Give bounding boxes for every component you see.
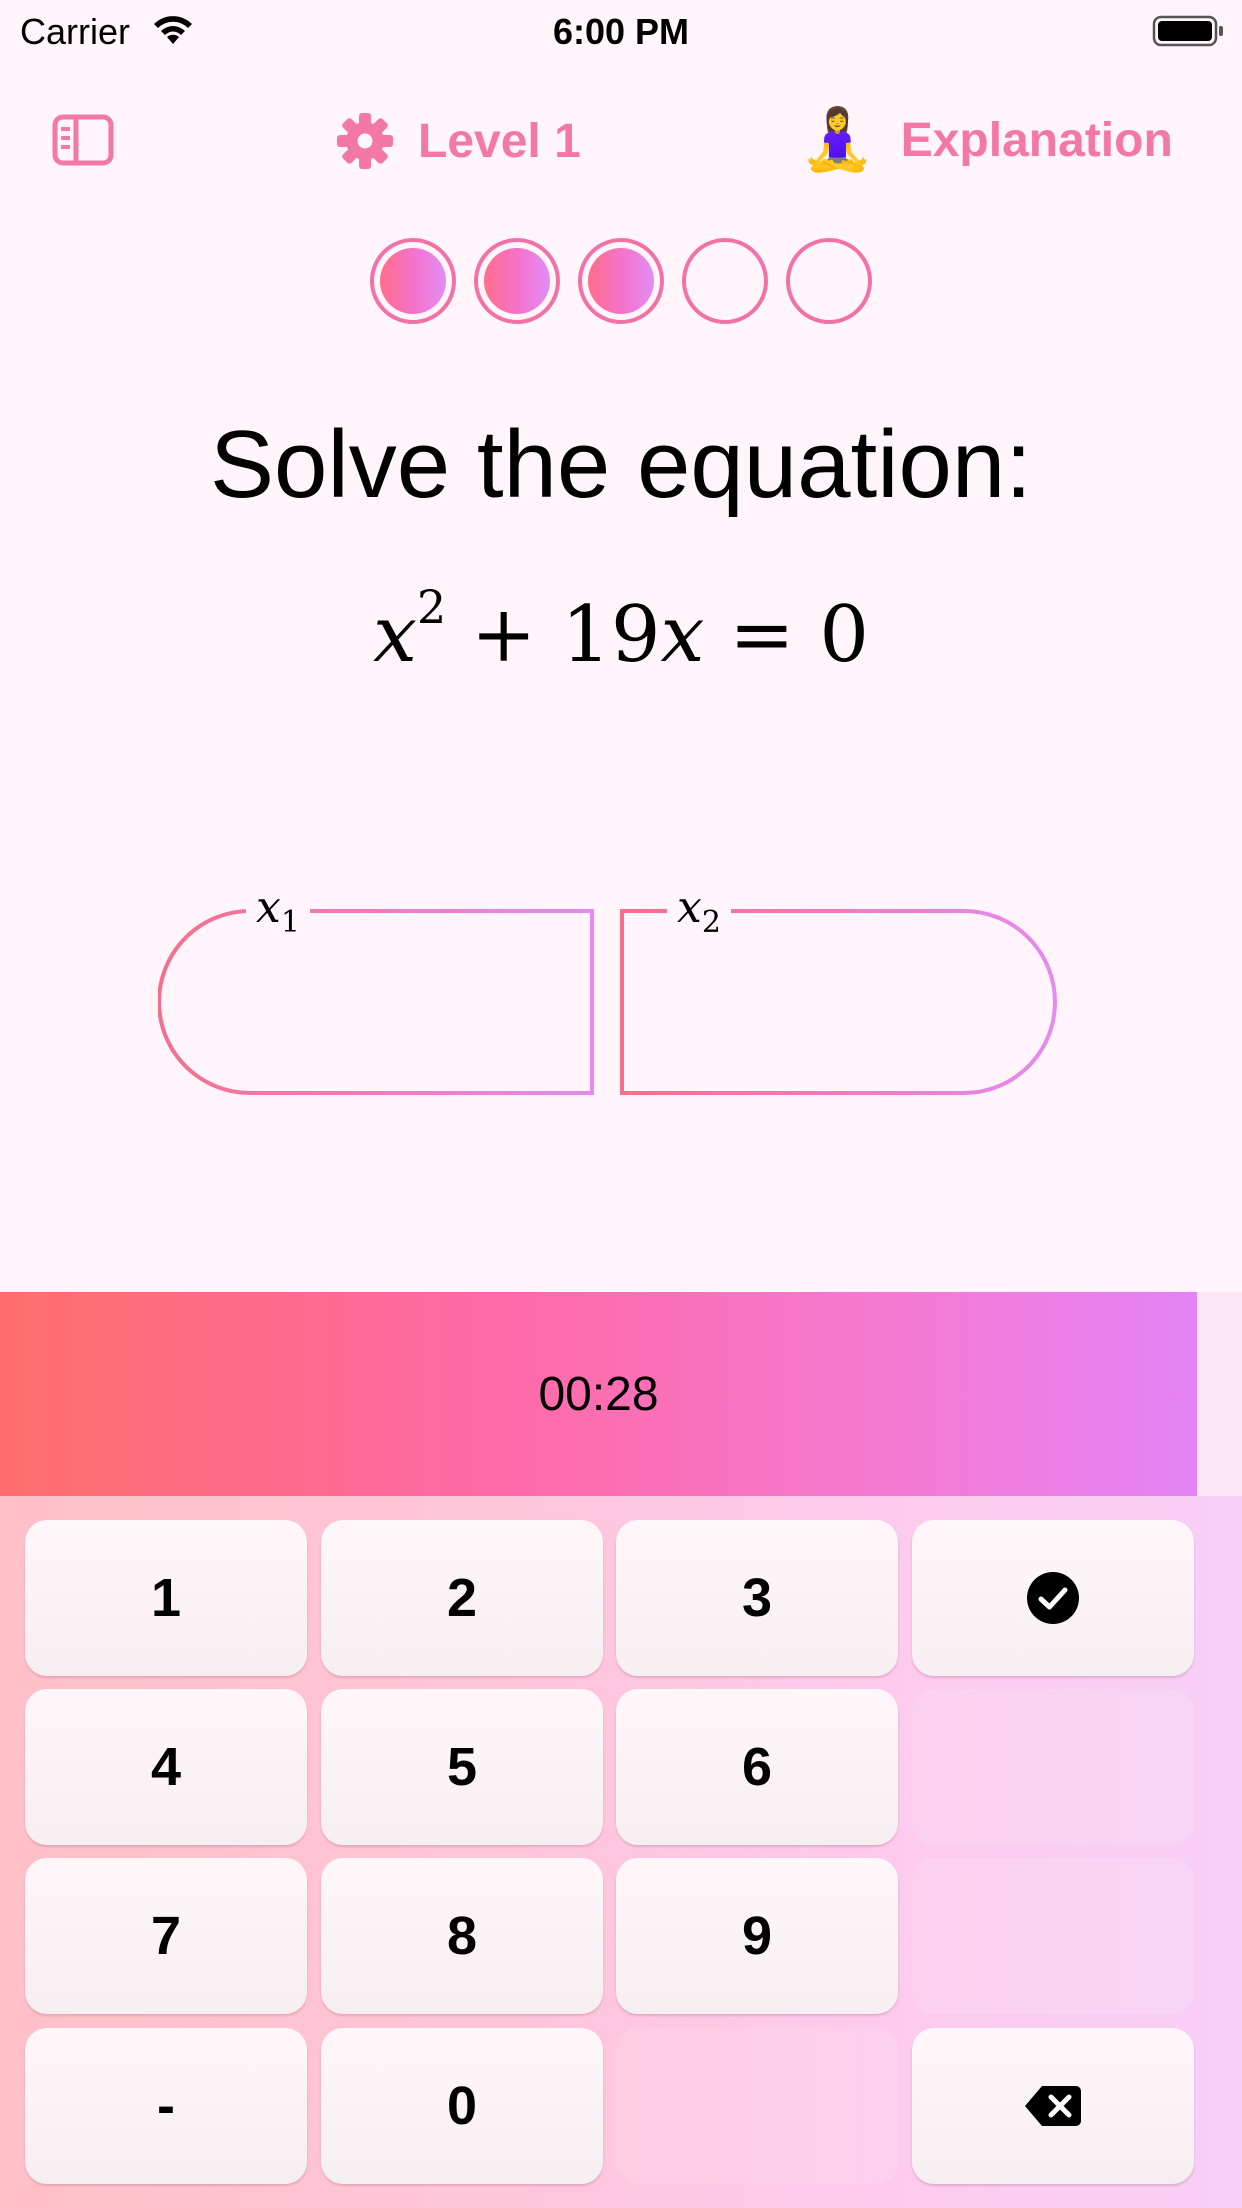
level-button[interactable]: Level 1 bbox=[336, 108, 581, 174]
progress-dot-2 bbox=[474, 238, 560, 324]
explanation-label: Explanation bbox=[900, 113, 1173, 167]
x1-label: x1 bbox=[246, 880, 310, 951]
status-time: 6:00 PM bbox=[552, 11, 690, 52]
key-2[interactable]: 2 bbox=[321, 1520, 603, 1676]
x2-label: x2 bbox=[667, 880, 731, 951]
key-minus[interactable]: - bbox=[25, 2028, 307, 2184]
equation: x2 + 19x = 0 bbox=[0, 584, 1242, 685]
progress-dot-4 bbox=[682, 238, 768, 324]
checkmark-circle-icon bbox=[1027, 1572, 1079, 1624]
key-8[interactable]: 8 bbox=[321, 1858, 603, 2014]
key-empty-1 bbox=[912, 1689, 1194, 1845]
equation-coefficient: 19 bbox=[561, 590, 661, 680]
answer-fields: x1 x2 bbox=[158, 880, 1058, 1096]
explanation-button[interactable]: 🧘‍♀️ Explanation bbox=[800, 100, 1173, 180]
gear-icon bbox=[337, 113, 393, 169]
question-prompt: Solve the equation: bbox=[210, 411, 1032, 518]
key-empty-3 bbox=[616, 2028, 898, 2184]
submit-button[interactable] bbox=[912, 1520, 1194, 1676]
key-1[interactable]: 1 bbox=[25, 1520, 307, 1676]
timer-track bbox=[1197, 1292, 1242, 1496]
battery-icon bbox=[1152, 15, 1223, 47]
progress-dot-5 bbox=[786, 238, 872, 324]
level-label: Level 1 bbox=[418, 114, 581, 168]
equation-variable-2: x bbox=[660, 590, 705, 680]
timer-bar: 00:28 bbox=[0, 1292, 1197, 1496]
key-9[interactable]: 9 bbox=[616, 1858, 898, 2014]
key-4[interactable]: 4 bbox=[25, 1689, 307, 1845]
equation-exponent: 2 bbox=[416, 580, 447, 634]
equation-rhs: 0 bbox=[819, 590, 870, 680]
progress-dot-3 bbox=[578, 238, 664, 324]
equation-equals: = bbox=[729, 590, 795, 680]
equation-variable: x bbox=[372, 590, 417, 680]
equation-operator: + bbox=[471, 590, 537, 680]
key-6[interactable]: 6 bbox=[616, 1689, 898, 1845]
key-0[interactable]: 0 bbox=[321, 2028, 603, 2184]
key-7[interactable]: 7 bbox=[25, 1858, 307, 2014]
key-5[interactable]: 5 bbox=[321, 1689, 603, 1845]
number-keypad: 1 2 3 4 5 6 7 8 9 - 0 bbox=[0, 1496, 1242, 2208]
progress-dot-1 bbox=[370, 238, 456, 324]
x1-input[interactable] bbox=[158, 910, 594, 1094]
key-empty-2 bbox=[912, 1858, 1194, 2014]
delete-button[interactable] bbox=[912, 2028, 1194, 2184]
sidebar-icon[interactable] bbox=[52, 114, 114, 166]
progress-dots bbox=[0, 238, 1242, 324]
timer-label: 00:28 bbox=[538, 1367, 659, 1421]
key-3[interactable]: 3 bbox=[616, 1520, 898, 1676]
meditation-emoji-icon: 🧘‍♀️ bbox=[800, 105, 875, 175]
backspace-icon bbox=[1025, 2086, 1081, 2126]
